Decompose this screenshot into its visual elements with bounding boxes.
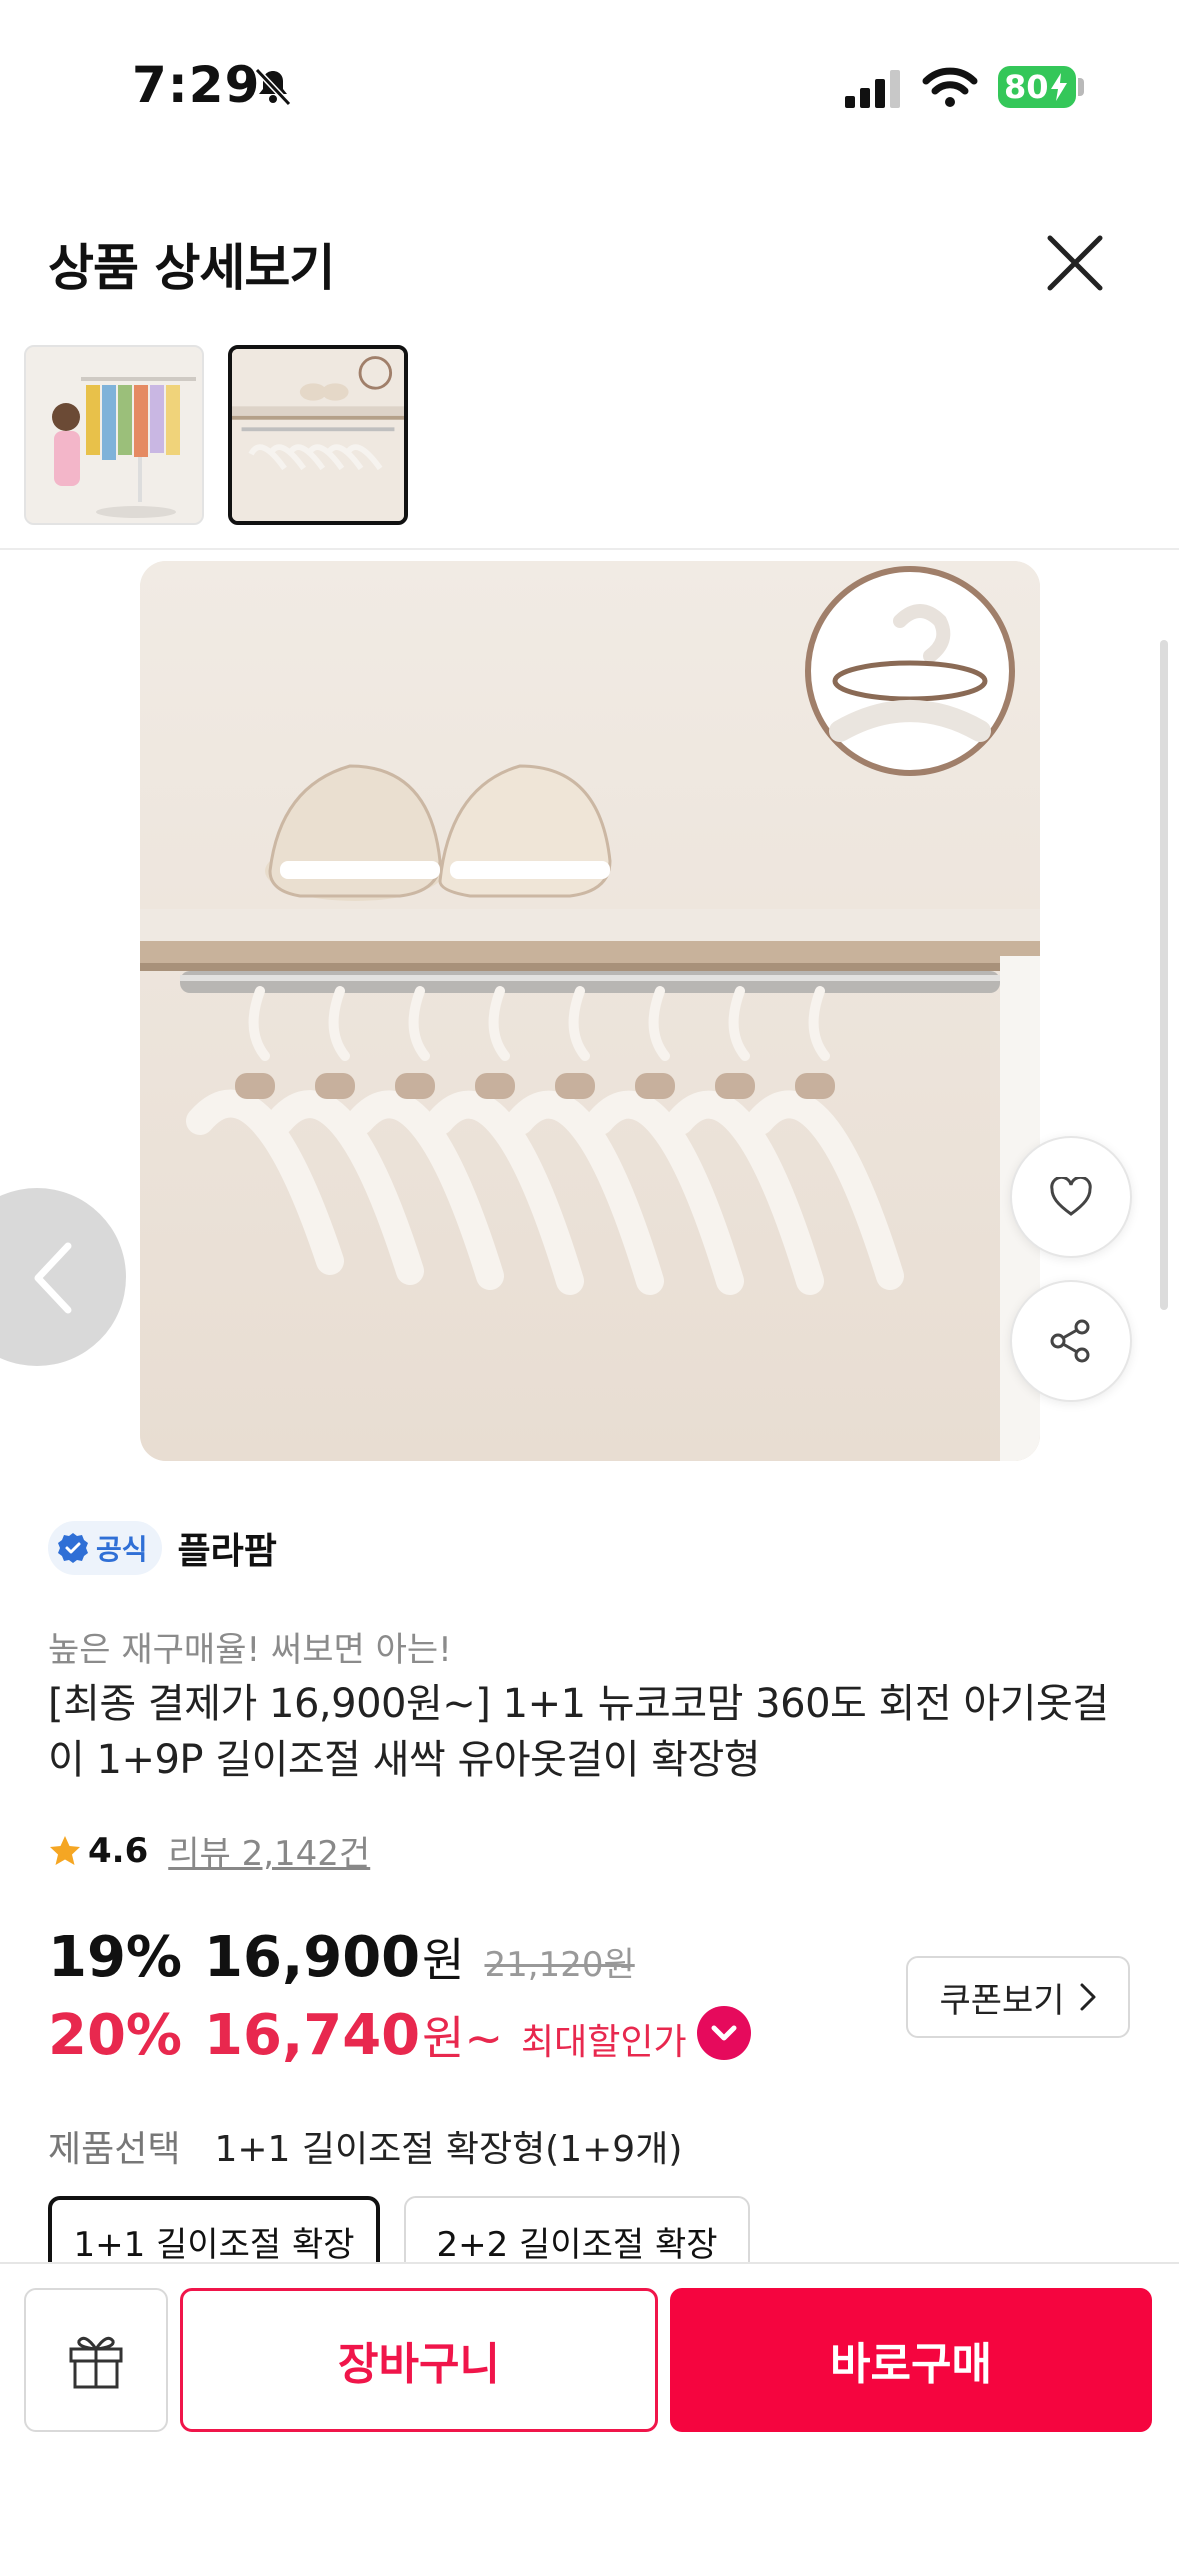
thumbnail-strip — [0, 335, 1179, 550]
product-photo — [140, 561, 1040, 1461]
product-title: [최종 결제가 16,900원~] 1+1 뉴코코맘 360도 회전 아기옷걸이… — [48, 1681, 1109, 1783]
rating-row: 4.6 리뷰 2,142건 — [48, 1826, 370, 1875]
wishlist-button[interactable] — [1010, 1136, 1132, 1258]
sale-price-currency: 원 — [422, 1933, 465, 1987]
share-icon — [1050, 1319, 1090, 1363]
bottom-action-bar: 장바구니 바로구매 — [0, 2262, 1179, 2556]
max-discount-toggle[interactable] — [696, 2006, 751, 2060]
scrollbar[interactable] — [1160, 640, 1168, 1310]
wifi-icon — [922, 67, 978, 107]
battery-level: 80 — [1004, 68, 1049, 106]
charging-bolt-icon — [1050, 73, 1067, 101]
buy-now-button[interactable]: 바로구매 — [670, 2288, 1152, 2432]
add-to-cart-button[interactable]: 장바구니 — [180, 2288, 658, 2432]
status-time: 7:29 — [132, 56, 261, 114]
option-selection-row: 제품선택 1+1 길이조절 확장형(1+9개) — [48, 2120, 682, 2172]
max-discount-price-row: 20% 16,740 원~ 최대할인가 — [48, 2000, 751, 2068]
thumbnail-1-image — [26, 347, 202, 523]
gift-button[interactable] — [24, 2288, 168, 2432]
status-bar: 7:29 80 — [0, 0, 1179, 170]
star-icon — [50, 1835, 80, 1865]
max-discount-price: 16,740 — [204, 2003, 421, 2068]
close-icon[interactable] — [1040, 228, 1110, 298]
selected-option: 1+1 길이조절 확장형(1+9개) — [214, 2129, 683, 2170]
option-label: 제품선택 — [48, 2129, 181, 2170]
bell-slash-icon — [254, 67, 292, 107]
page-title: 상품 상세보기 — [48, 239, 335, 297]
coupon-view-label: 쿠폰보기 — [939, 1980, 1065, 2021]
battery-indicator: 80 — [998, 66, 1076, 108]
product-tagline: 높은 재구매율! 써보면 아는! — [48, 1630, 452, 1670]
chevron-left-icon — [34, 1242, 72, 1314]
verified-check-icon — [58, 1533, 88, 1563]
share-button[interactable] — [1010, 1280, 1132, 1402]
brand-name[interactable]: 플라팜 — [178, 1522, 277, 1574]
chevron-right-icon — [1080, 1983, 1096, 2011]
signal-icon — [845, 70, 900, 108]
product-main-image[interactable] — [140, 561, 1040, 1461]
max-discount-rate: 20% — [48, 2003, 183, 2068]
sale-price: 16,900 — [204, 1925, 421, 1990]
price-row: 19% 16,900 원 21,120원 — [48, 1924, 635, 1990]
seller-row: 공식 플라팜 — [48, 1520, 277, 1576]
gift-icon — [69, 2336, 123, 2389]
official-badge-label: 공식 — [96, 1533, 148, 1566]
thumbnail-2[interactable] — [228, 345, 408, 525]
heart-icon — [1050, 1177, 1092, 1216]
thumbnail-2-image — [232, 349, 404, 521]
coupon-view-button[interactable]: 쿠폰보기 — [906, 1956, 1130, 2038]
page-header: 상품 상세보기 — [0, 200, 1179, 320]
max-discount-currency: 원~ — [422, 2011, 504, 2065]
rating-value: 4.6 — [88, 1830, 149, 1871]
discount-rate: 19% — [48, 1925, 183, 1990]
max-discount-label[interactable]: 최대할인가 — [521, 2013, 687, 2065]
original-price: 21,120원 — [484, 1945, 635, 1985]
official-badge: 공식 — [48, 1521, 162, 1575]
thumbnail-1[interactable] — [24, 345, 204, 525]
chevron-down-icon — [711, 2025, 737, 2041]
review-count-link[interactable]: 리뷰 2,142건 — [168, 1826, 370, 1875]
battery-tip — [1078, 78, 1084, 96]
image-carousel — [0, 555, 1179, 1475]
